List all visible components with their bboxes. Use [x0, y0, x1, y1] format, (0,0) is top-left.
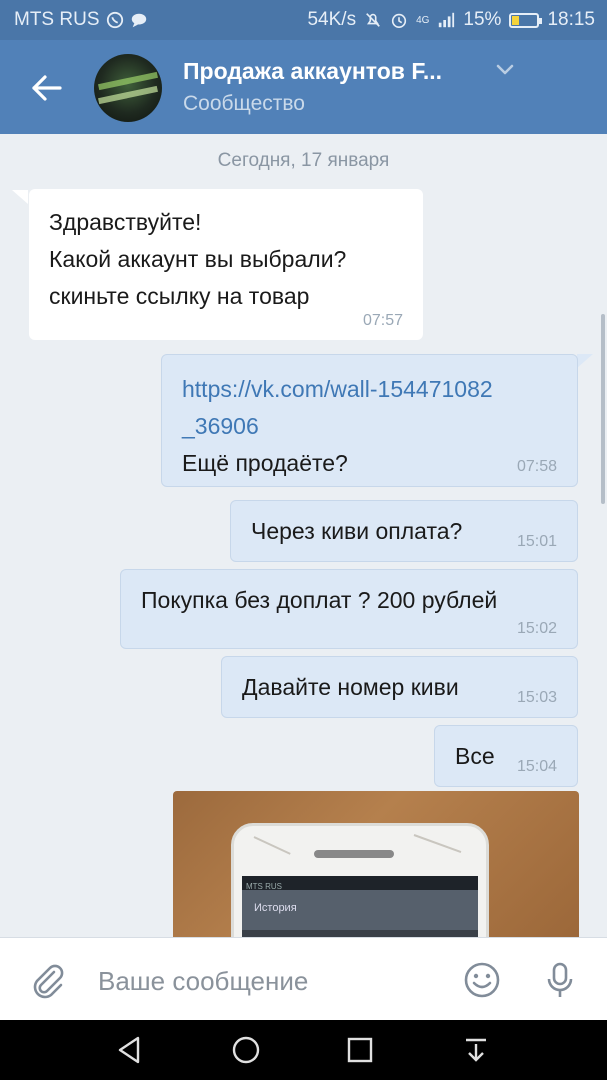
date-separator: Сегодня, 17 января — [217, 150, 390, 171]
bell-mute-icon — [366, 13, 380, 27]
message-list[interactable]: Сегодня, 17 января Здравствуйте! Какой а… — [0, 134, 607, 937]
chevron-down-icon[interactable] — [495, 62, 515, 78]
message-line: скиньте ссылку на товар — [49, 283, 310, 309]
message-outgoing[interactable]: Давайте номер киви 15:03 — [221, 656, 578, 718]
clock: 18:15 — [547, 9, 595, 30]
carrier-name: MTS RUS — [14, 9, 100, 30]
message-line: Здравствуйте! — [49, 209, 202, 235]
message-time: 07:57 — [362, 312, 403, 329]
message-time: 07:58 — [516, 458, 557, 475]
message-time: 15:03 — [516, 689, 557, 706]
message-text: Покупка без доплат ? 200 рублей — [141, 587, 498, 613]
message-time: 15:01 — [516, 533, 557, 550]
status-bar: MTS RUS 54K/s 4G 15% 18:15 — [0, 0, 607, 40]
paperclip-icon[interactable] — [28, 960, 68, 1000]
photo-phone-screen: MTS RUS История — [242, 876, 478, 937]
message-link[interactable]: _36906 — [182, 408, 557, 445]
back-arrow-icon[interactable] — [28, 70, 64, 106]
whatsapp-icon — [106, 11, 123, 29]
message-outgoing[interactable]: Покупка без доплат ? 200 рублей 15:02 — [120, 569, 578, 649]
message-time: 15:04 — [516, 758, 557, 775]
photo-screen-title: История — [254, 902, 297, 914]
microphone-icon[interactable] — [540, 960, 580, 1000]
message-text: Ещё продаёте? — [182, 450, 348, 476]
message-outgoing[interactable]: Через киви оплата? 15:01 — [230, 500, 578, 562]
battery-icon — [509, 12, 543, 28]
conversation-title[interactable]: Продажа аккаунтов F... — [183, 58, 483, 85]
square-recent-icon[interactable] — [344, 1034, 376, 1066]
bubble-tail — [577, 354, 593, 368]
message-input[interactable] — [96, 960, 440, 1002]
message-outgoing[interactable]: Все 15:04 — [434, 725, 578, 787]
system-nav-bar — [0, 1020, 607, 1080]
network-speed: 54K/s — [307, 9, 357, 30]
message-line: Какой аккаунт вы выбрали? — [49, 246, 347, 272]
community-avatar[interactable] — [94, 54, 162, 122]
message-composer — [0, 937, 607, 1020]
network-type: 4G — [416, 14, 430, 26]
triangle-back-icon[interactable] — [114, 1034, 146, 1066]
circle-home-icon[interactable] — [230, 1034, 262, 1066]
signal-icon — [439, 12, 455, 28]
message-incoming[interactable]: Здравствуйте! Какой аккаунт вы выбрали? … — [29, 189, 423, 340]
battery-percent: 15% — [463, 9, 502, 30]
conversation-header: Продажа аккаунтов F... Сообщество — [0, 40, 607, 134]
notification-pull-icon[interactable] — [460, 1034, 492, 1066]
smiley-icon[interactable] — [462, 960, 502, 1000]
conversation-subtitle: Сообщество — [183, 92, 305, 115]
message-outgoing[interactable]: https://vk.com/wall-154471082 _36906 Ещё… — [161, 354, 578, 487]
message-link[interactable]: https://vk.com/wall-154471082 — [182, 371, 557, 408]
alarm-icon — [391, 13, 407, 29]
scrollbar[interactable] — [601, 314, 605, 504]
message-text: Через киви оплата? — [251, 518, 463, 544]
chat-bubble-icon — [131, 13, 146, 28]
message-text: Давайте номер киви — [242, 674, 459, 700]
message-time: 15:02 — [516, 620, 557, 637]
bubble-tail — [12, 190, 28, 204]
photo-phone: MTS RUS История — [231, 823, 489, 937]
photo-attachment[interactable]: MTS RUS История — [173, 791, 579, 937]
